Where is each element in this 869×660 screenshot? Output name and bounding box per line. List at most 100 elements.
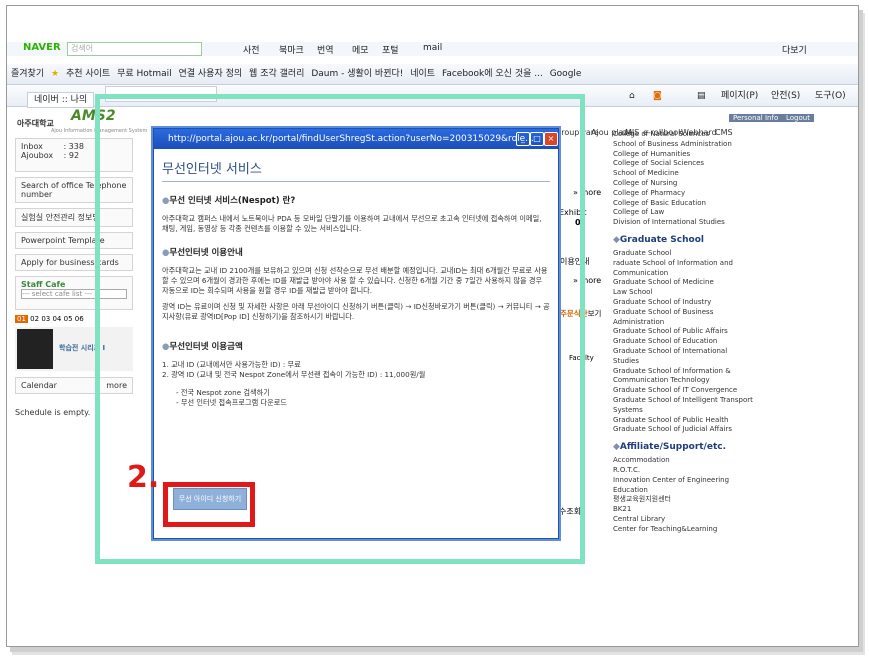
graduate-link[interactable]: Graduate School of Industry xyxy=(613,298,753,308)
popup-titlebar[interactable]: http://portal.ajou.ac.kr/portal/findUser… xyxy=(154,129,558,149)
close-icon[interactable]: × xyxy=(544,132,558,146)
fav-nate[interactable]: 네이트 xyxy=(410,64,435,84)
naver-search-input[interactable]: 검색어 xyxy=(67,42,202,56)
college-link[interactable]: College of Social Sciences xyxy=(613,159,753,169)
inbox-count: : 338 xyxy=(63,142,84,151)
section-usage-title: 무선인터넷 이용안내 xyxy=(162,248,550,258)
college-link[interactable]: College of Nursing xyxy=(613,179,753,189)
affiliate-link[interactable]: 평생교육원지원센터 xyxy=(613,495,753,505)
graduate-link[interactable]: Graduate School of Intelligent Transport… xyxy=(613,396,753,416)
graduate-list: Graduate School raduate School of Inform… xyxy=(613,249,753,435)
menu-link-view: 보기 xyxy=(587,309,602,318)
minimize-icon[interactable]: _ xyxy=(516,132,530,146)
nespot-zone-link[interactable]: - 전국 Nespot zone 검색하기 xyxy=(162,388,550,398)
graduate-link[interactable]: Graduate School of Education xyxy=(613,337,753,347)
tools-menu[interactable]: 도구(O) xyxy=(815,86,846,106)
inbox-label: Inbox xyxy=(21,142,43,151)
fav-facebook[interactable]: Facebook에 오신 것을 ... xyxy=(442,64,543,84)
favorites-button[interactable]: 즐겨찾기 xyxy=(11,64,44,84)
fav-recommended[interactable]: 추천 사이트 xyxy=(66,64,110,84)
college-link[interactable]: College of Natural Sciences xyxy=(613,130,753,140)
popup-window: http://portal.ajou.ac.kr/portal/findUser… xyxy=(153,128,559,539)
link-label: Powerpoint Template xyxy=(21,236,105,245)
section-usage: 무선인터넷 이용안내 아주대학교는 교내 ID 2100개를 보유하고 있으며 … xyxy=(162,248,550,322)
logout-button[interactable]: Logout xyxy=(782,114,814,122)
graduate-header: Graduate School xyxy=(613,234,753,246)
naver-toolbar: NAVER 검색어 사전 북마크 번역 메모 포털 mail 다보기 xyxy=(7,42,858,56)
section-nespot: 무선 인터넷 서비스(Nespot) 란? 아주대학교 캠퍼스 내에서 노트북이… xyxy=(162,196,550,234)
date-tab-03[interactable]: 03 xyxy=(41,315,50,323)
graduate-link[interactable]: Graduate School of Medicine xyxy=(613,278,753,288)
fav-web-slice[interactable]: 웹 조각 갤러리 xyxy=(249,64,304,84)
graduate-link[interactable]: Graduate School of IT Convergence xyxy=(613,386,753,396)
graduate-link[interactable]: Graduate School of Business Administrati… xyxy=(613,308,753,328)
program-download-link[interactable]: - 무선 인터넷 접속프로그램 다운로드 xyxy=(162,398,550,408)
fee-line-1: 1. 교내 ID (교내에서만 사용가능한 ID) : 무료 xyxy=(162,360,301,369)
date-tab-01[interactable]: 01 xyxy=(15,315,28,323)
toolbar-item-dict[interactable]: 사전 xyxy=(243,43,260,56)
affiliate-link[interactable]: BK21 xyxy=(613,505,753,515)
popup-heading: 무선인터넷 서비스 xyxy=(162,155,550,182)
home-icon[interactable]: ⌂ xyxy=(629,86,635,106)
graduate-link[interactable]: Graduate School of Public Health xyxy=(613,416,753,426)
apply-wireless-id-button[interactable]: 무선 아이디 신청하기 xyxy=(173,488,247,510)
graduate-link[interactable]: Graduate School of Judicial Affairs xyxy=(613,425,753,435)
college-link[interactable]: School of Medicine xyxy=(613,169,753,179)
fav-google[interactable]: Google xyxy=(550,64,582,84)
section-nespot-body: 아주대학교 캠퍼스 내에서 노트북이나 PDA 등 모바일 단말기를 이용하여 … xyxy=(162,214,542,233)
affiliate-header: Affiliate/Support/etc. xyxy=(613,441,753,453)
college-link[interactable]: School of Business Administration xyxy=(613,140,753,150)
page-menu[interactable]: 페이지(P) xyxy=(721,86,758,106)
toolbar-item-portal[interactable]: 포털 xyxy=(382,43,399,56)
graduate-link[interactable]: raduate School of Information and Commun… xyxy=(613,259,753,279)
ajoubox-count: : 92 xyxy=(63,151,80,160)
star-icon: ★ xyxy=(51,69,60,79)
date-tab-06[interactable]: 06 xyxy=(75,315,84,323)
maximize-icon[interactable]: □ xyxy=(530,132,544,146)
college-link[interactable]: College of Pharmacy xyxy=(613,189,753,199)
calendar-title[interactable]: Calendar xyxy=(21,381,57,390)
affiliate-link[interactable]: Accommodation xyxy=(613,456,753,466)
section-fee: 무선인터넷 이용금액 1. 교내 ID (교내에서만 사용가능한 ID) : 무… xyxy=(162,342,550,408)
graduate-link[interactable]: Graduate School of International Studies xyxy=(613,347,753,367)
univ-logo[interactable]: 아주대학교 xyxy=(17,118,54,129)
college-link[interactable]: Division of International Studies xyxy=(613,218,753,228)
date-tab-02[interactable]: 02 xyxy=(30,315,39,323)
popup-title: http://portal.ajou.ac.kr/portal/findUser… xyxy=(168,134,534,144)
view-all-link[interactable]: 다보기 xyxy=(782,43,807,56)
tab-naver[interactable]: 네이버 :: 나의 xyxy=(27,92,95,108)
rss-icon[interactable]: ◙ xyxy=(653,86,662,106)
right-column: College of Natural Sciences School of Bu… xyxy=(613,130,753,535)
fav-custom-links[interactable]: 연결 사용자 정의 xyxy=(178,64,242,84)
fav-daum[interactable]: Daum - 생활이 바뀐다! xyxy=(311,64,403,84)
affiliate-link[interactable]: Central Library xyxy=(613,515,753,525)
date-tab-04[interactable]: 04 xyxy=(52,315,61,323)
affiliate-link[interactable]: R.O.T.C. xyxy=(613,466,753,476)
college-link[interactable]: College of Basic Education xyxy=(613,199,753,209)
date-tab-05[interactable]: 05 xyxy=(64,315,73,323)
graduate-link[interactable]: Graduate School xyxy=(613,249,753,259)
graduate-link[interactable]: Graduate School of Information & Communi… xyxy=(613,367,753,387)
section-nespot-title: 무선 인터넷 서비스(Nespot) 란? xyxy=(162,196,550,206)
fee-line-2: 2. 광역 ID (교내 및 전국 Nespot Zone에서 무선랜 접속이 … xyxy=(162,370,426,379)
print-icon[interactable]: ▤ xyxy=(697,86,706,106)
personal-info-button[interactable]: Personal Info xyxy=(729,114,783,122)
fav-hotmail[interactable]: 무료 Hotmail xyxy=(117,64,172,84)
affiliate-link[interactable]: Innovation Center of Engineering Educati… xyxy=(613,476,753,496)
safety-menu[interactable]: 안전(S) xyxy=(771,86,800,106)
graduate-link[interactable]: Law School xyxy=(613,288,753,298)
toolbar-item-memo[interactable]: 메모 xyxy=(352,43,369,56)
link-label: 실험실 안전관리 정보망 xyxy=(21,213,100,222)
toolbar-item-mail[interactable]: mail xyxy=(423,43,442,53)
affiliate-link[interactable]: Center for Teaching&Learning xyxy=(613,525,753,535)
college-link[interactable]: College of Humanities xyxy=(613,150,753,160)
college-link[interactable]: College of Law xyxy=(613,208,753,218)
graduate-link[interactable]: Graduate School of Public Affairs xyxy=(613,327,753,337)
popup-body: 무선인터넷 서비스 무선 인터넷 서비스(Nespot) 란? 아주대학교 캠퍼… xyxy=(162,155,550,533)
toolbar-item-translate[interactable]: 번역 xyxy=(317,43,334,56)
screenshot-frame: NAVER 검색어 사전 북마크 번역 메모 포털 mail 다보기 즐겨찾기 … xyxy=(6,5,859,647)
banner-image xyxy=(17,329,53,369)
naver-logo[interactable]: NAVER xyxy=(23,42,61,53)
toolbar-item-bookmark[interactable]: 북마크 xyxy=(279,43,304,56)
step-label: 2. xyxy=(127,460,160,495)
